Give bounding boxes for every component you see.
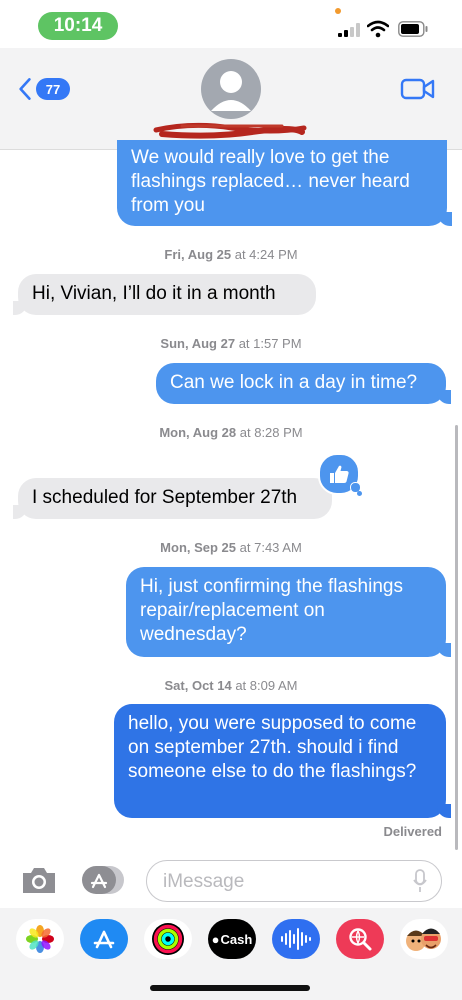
message-input[interactable]: iMessage <box>146 860 442 902</box>
timestamp-time: at 7:43 AM <box>239 540 302 555</box>
mic-in-use-indicator <box>335 8 341 14</box>
timestamp: Mon, Sep 25 at 7:43 AM <box>0 540 462 555</box>
app-audio-message[interactable] <box>272 919 320 959</box>
battery-icon <box>398 21 428 37</box>
timestamp-day: Sun, Aug 27 <box>160 336 236 351</box>
timestamp-time: at 8:28 PM <box>239 425 303 440</box>
contact-avatar[interactable] <box>201 59 261 119</box>
status-bar: 10:14 <box>0 0 462 48</box>
apps-drawer-icon[interactable] <box>82 864 124 896</box>
app-activity[interactable] <box>144 919 192 959</box>
apple-logo-icon: ● <box>211 931 220 947</box>
message-bubble-outgoing[interactable]: Hi, just confirming the flashings repair… <box>126 567 451 657</box>
wifi-icon <box>367 20 389 38</box>
scrollbar[interactable] <box>455 425 458 850</box>
activity-icon <box>152 923 184 955</box>
timestamp-time: at 4:24 PM <box>234 247 298 262</box>
message-bubble-outgoing[interactable]: We would really love to get the flashing… <box>117 140 452 226</box>
delivery-status: Delivered <box>383 824 442 839</box>
message-bubble-outgoing[interactable]: Can we lock in a day in time? <box>156 363 451 404</box>
camera-icon[interactable] <box>20 864 58 896</box>
unread-count-badge: 77 <box>36 78 70 100</box>
back-button[interactable]: 77 <box>18 74 70 104</box>
app-image-search[interactable] <box>336 919 384 959</box>
message-input-placeholder: iMessage <box>163 871 245 892</box>
message-bubble-incoming[interactable]: Hi, Vivian, I’ll do it in a month <box>13 274 316 315</box>
message-text: hello, you were supposed to come on sept… <box>128 713 417 782</box>
message-bubble-outgoing[interactable]: hello, you were supposed to come on sept… <box>114 704 451 818</box>
memoji-icon <box>406 928 441 951</box>
app-apple-cash[interactable]: ● Cash <box>208 919 256 959</box>
timestamp: Fri, Aug 25 at 4:24 PM <box>0 247 462 262</box>
message-text: Hi, just confirming the flashings repair… <box>140 576 403 645</box>
contact-name-redaction <box>153 122 307 139</box>
app-app-store[interactable] <box>80 919 128 959</box>
home-indicator[interactable] <box>150 985 310 991</box>
tapback-tail <box>357 491 362 496</box>
thumbs-up-icon <box>330 465 349 483</box>
timestamp-time: at 1:57 PM <box>238 336 302 351</box>
apple-cash-label: Cash <box>220 931 253 947</box>
message-text: Can we lock in a day in time? <box>170 372 418 393</box>
timestamp-day: Fri, Aug 25 <box>164 247 232 262</box>
facetime-video-icon[interactable] <box>400 76 436 102</box>
microphone-icon[interactable] <box>413 869 427 893</box>
timestamp-day: Mon, Aug 28 <box>159 425 237 440</box>
person-silhouette-icon <box>211 71 251 111</box>
message-text: Hi, Vivian, I’ll do it in a month <box>32 283 276 304</box>
message-text: I scheduled for September 27th <box>32 487 298 508</box>
timestamp: Sat, Oct 14 at 8:09 AM <box>0 678 462 693</box>
message-bubble-incoming[interactable]: I scheduled for September 27th <box>13 478 332 519</box>
app-store-icon <box>93 930 115 949</box>
audio-message-icon <box>281 928 311 950</box>
app-photos[interactable] <box>16 919 64 959</box>
timestamp: Mon, Aug 28 at 8:28 PM <box>0 425 462 440</box>
cellular-signal-icon <box>338 23 360 37</box>
timestamp: Sun, Aug 27 at 1:57 PM <box>0 336 462 351</box>
status-time[interactable]: 10:14 <box>38 12 118 40</box>
app-memoji[interactable] <box>400 919 448 959</box>
timestamp-day: Mon, Sep 25 <box>160 540 237 555</box>
chevron-left-icon <box>19 78 31 100</box>
timestamp-day: Sat, Oct 14 <box>164 678 232 693</box>
message-text: We would really love to get the flashing… <box>131 147 410 216</box>
image-search-icon <box>349 928 372 951</box>
photos-icon <box>26 925 54 953</box>
timestamp-time: at 8:09 AM <box>235 678 298 693</box>
